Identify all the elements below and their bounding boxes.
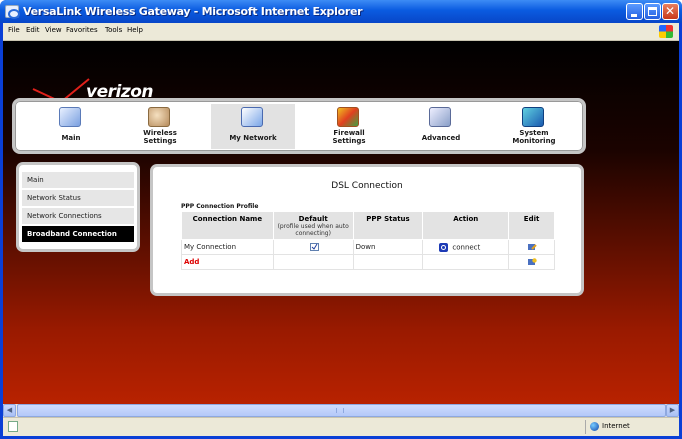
menu-file[interactable]: File: [8, 26, 20, 34]
minimize-button[interactable]: [626, 3, 643, 20]
col-header-action: Action: [422, 211, 510, 240]
nav-advanced[interactable]: Advanced: [399, 104, 483, 149]
nav-label: My Network: [229, 134, 277, 142]
nav-my-network[interactable]: My Network: [211, 104, 295, 149]
page-title: DSL Connection: [331, 181, 403, 191]
horizontal-scrollbar[interactable]: ◀ ▶: [3, 404, 679, 417]
browser-window: VersaLink Wireless Gateway - Microsoft I…: [0, 0, 682, 439]
connect-icon[interactable]: [439, 242, 449, 252]
nav-label: System Monitoring: [512, 129, 556, 145]
edit-icon[interactable]: [528, 243, 537, 251]
table-row: Add: [181, 254, 555, 270]
sidebar-item-network-status[interactable]: Network Status: [22, 190, 134, 206]
menu-favorites[interactable]: Favorites: [66, 26, 98, 34]
menu-view[interactable]: View: [45, 26, 62, 34]
scroll-right-button[interactable]: ▶: [666, 404, 679, 417]
empty-cell: [422, 254, 510, 270]
main-nav: Main Wireless Settings My Network Firewa…: [12, 98, 586, 154]
sidebar-item-main[interactable]: Main: [22, 172, 134, 188]
menu-help[interactable]: Help: [127, 26, 143, 34]
menu-edit[interactable]: Edit: [26, 26, 40, 34]
security-zone: Internet: [585, 420, 675, 434]
scrollbar-thumb[interactable]: [17, 404, 666, 417]
status-bar: Internet: [3, 417, 679, 436]
nav-label: Main: [61, 134, 81, 142]
nav-label: Advanced: [421, 134, 461, 142]
connection-name: My Connection: [181, 239, 274, 255]
edit-cell[interactable]: [508, 239, 555, 255]
add-icon[interactable]: [528, 258, 537, 266]
col-header-default-label: Default: [298, 215, 328, 223]
content-panel: DSL Connection PPP Connection Profile Co…: [150, 164, 584, 296]
connect-label[interactable]: connect: [452, 243, 480, 251]
scroll-left-button[interactable]: ◀: [3, 404, 16, 417]
add-cell[interactable]: Add: [181, 254, 274, 270]
maximize-button[interactable]: [644, 3, 661, 20]
globe-icon: [590, 422, 599, 431]
page-viewport: verizon Main Wireless Settings My Networ…: [3, 41, 679, 404]
ie-icon: [5, 5, 20, 19]
maximize-icon: [648, 7, 657, 16]
close-icon: ✕: [665, 4, 676, 18]
add-connection-link[interactable]: Add: [184, 258, 199, 266]
sidebar-item-broadband-connection[interactable]: Broadband Connection: [22, 226, 134, 242]
nav-wireless-settings[interactable]: Wireless Settings: [118, 104, 202, 149]
sidebar-item-network-connections[interactable]: Network Connections: [22, 208, 134, 224]
connection-table: Connection Name Default (profile used wh…: [181, 211, 555, 270]
nav-system-monitoring[interactable]: System Monitoring: [492, 104, 576, 149]
col-header-edit: Edit: [508, 211, 555, 240]
windows-logo-icon: [659, 25, 673, 38]
default-cell: [272, 239, 354, 255]
firewall-icon: [337, 107, 359, 127]
advanced-icon: [429, 107, 451, 127]
nav-firewall-settings[interactable]: Firewall Settings: [307, 104, 391, 149]
wireless-icon: [148, 107, 170, 127]
network-icon: [241, 107, 263, 127]
col-header-name: Connection Name: [181, 211, 274, 240]
zone-label: Internet: [602, 422, 630, 430]
main-page-icon: [59, 107, 81, 127]
minimize-icon: [631, 14, 637, 17]
col-header-default: Default (profile used when auto connecti…: [272, 211, 354, 240]
checkbox-icon: [309, 243, 319, 251]
close-button[interactable]: ✕: [662, 3, 679, 20]
connect-action[interactable]: connect: [422, 239, 510, 255]
nav-label: Firewall Settings: [332, 129, 366, 145]
menu-tools[interactable]: Tools: [105, 26, 122, 34]
title-bar[interactable]: VersaLink Wireless Gateway - Microsoft I…: [0, 0, 682, 23]
table-header-row: Connection Name Default (profile used wh…: [181, 211, 555, 240]
ppp-status: Down: [352, 239, 424, 255]
empty-cell: [352, 254, 424, 270]
empty-cell: [272, 254, 354, 270]
menu-bar: File Edit View Favorites Tools Help: [3, 23, 679, 41]
page-icon: [8, 421, 18, 432]
col-header-status: PPP Status: [352, 211, 424, 240]
nav-main[interactable]: Main: [29, 104, 113, 149]
add-edit-cell[interactable]: [508, 254, 555, 270]
section-label: PPP Connection Profile: [181, 203, 259, 210]
grip-icon: [336, 408, 344, 413]
sidebar: Main Network Status Network Connections …: [16, 162, 140, 252]
col-header-default-sub: (profile used when auto connecting): [277, 223, 349, 237]
window-title: VersaLink Wireless Gateway - Microsoft I…: [23, 5, 363, 18]
nav-label: Wireless Settings: [143, 129, 177, 145]
table-row: My Connection Down connect: [181, 239, 555, 255]
monitor-icon: [522, 107, 544, 127]
